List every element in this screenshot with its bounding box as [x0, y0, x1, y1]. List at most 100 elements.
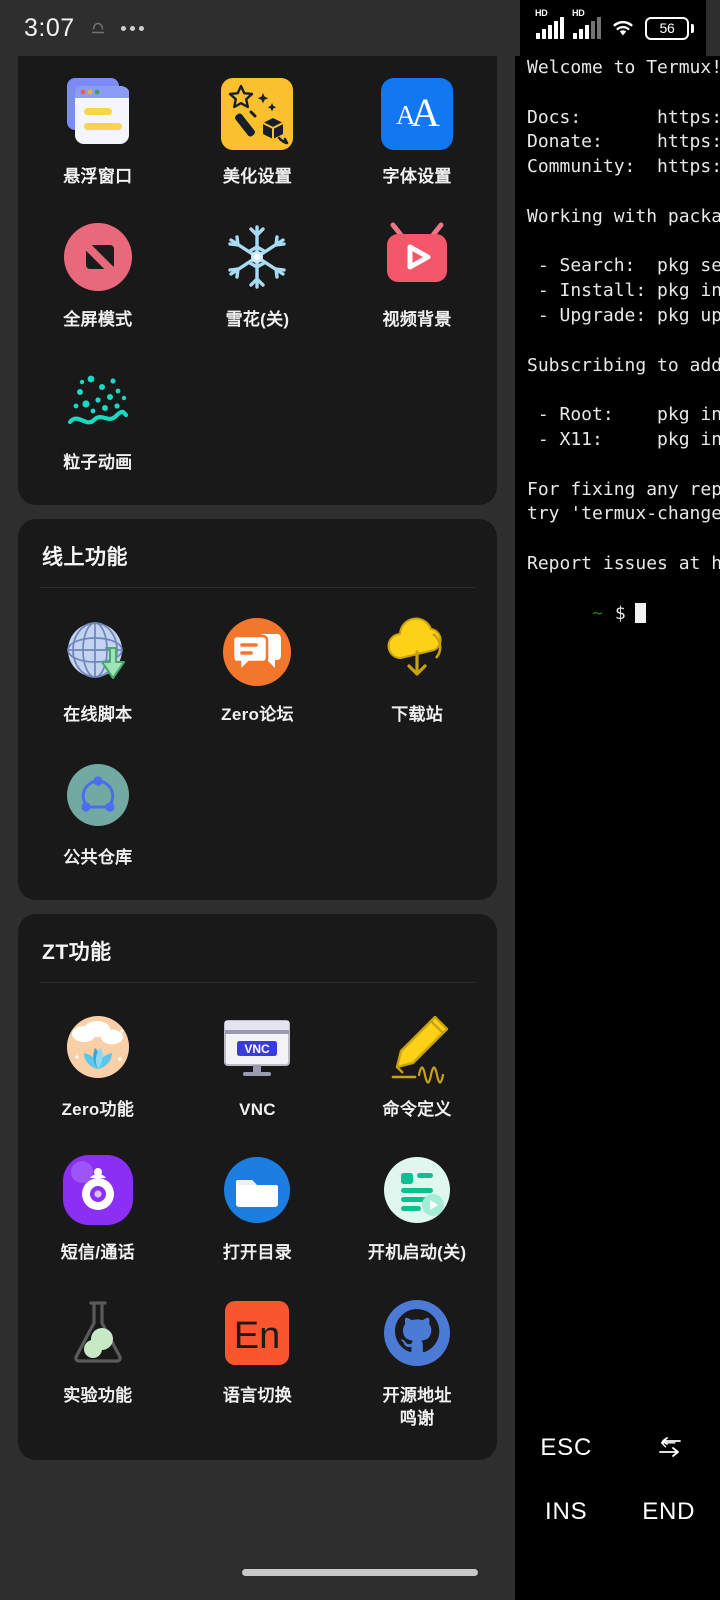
pencil-edit-icon: [391, 1015, 449, 1084]
card-online-features: 线上功能 在线脚本 Zero论坛 下载站 公共仓库: [18, 518, 497, 900]
text-cursor: [634, 602, 646, 623]
key-esc[interactable]: ESC: [515, 1416, 618, 1480]
notification-icon: [91, 22, 104, 34]
key-ins[interactable]: INS: [515, 1480, 618, 1544]
terminal-panel[interactable]: Welcome to Termux! Docs: https://doc.ter…: [515, 0, 720, 1600]
tile-floating-window[interactable]: 悬浮窗口: [18, 62, 178, 205]
tile-label: 命令定义: [382, 1099, 452, 1119]
home-indicator[interactable]: [242, 1568, 478, 1576]
tile-label: 在线脚本: [63, 704, 133, 724]
tile-label: 粒子动画: [63, 452, 133, 472]
tile-label: 语言切换: [222, 1385, 293, 1405]
tile-label: 全屏模式: [63, 309, 133, 329]
signal-hd-icon-secondary: HD: [572, 8, 601, 39]
snowflake-icon: [228, 225, 287, 289]
tile-label: Zero论坛: [221, 704, 294, 724]
fullscreen-block-icon: [63, 222, 132, 291]
svg-text:VNC: VNC: [245, 1042, 271, 1056]
video-play-icon: [387, 222, 448, 282]
tile-download-station[interactable]: 下载站: [337, 600, 497, 743]
grid-zt: Zero功能 VNC VNC 命令定义 短信/通话 打开目录 开机启动(关) 实…: [18, 989, 497, 1447]
github-icon: [384, 1299, 451, 1366]
tile-label: 打开目录: [222, 1242, 293, 1262]
tab-icon: [658, 1437, 681, 1457]
battery-icon: 56: [645, 16, 694, 40]
tile-sms-call[interactable]: 短信/通话: [18, 1138, 178, 1281]
tile-label: 开源地址 鸣谢: [382, 1385, 452, 1428]
flask-experiment-icon: [74, 1300, 122, 1363]
extra-keys-row-2: INS END: [515, 1480, 720, 1544]
sms-call-icon: [62, 1154, 133, 1225]
font-size-icon: A A: [381, 78, 454, 150]
extra-keys-row[interactable]: ESC INS END: [515, 1416, 720, 1544]
wifi-icon: [613, 20, 633, 36]
tile-label: 雪花(关): [225, 309, 290, 329]
section-title-online: 线上功能: [42, 545, 128, 569]
tile-fullscreen-mode[interactable]: 全屏模式: [18, 205, 178, 348]
zero-lotus-icon: [66, 1015, 129, 1078]
card-zt-features: ZT功能 Zero功能 VNC VNC 命令定义 短信/通话 打开目录 开机启动…: [18, 913, 497, 1461]
card-appearance: 悬浮窗口 美化设置 A A 字体设置 全屏模式 雪花(关) 视频背景 粒子动画: [18, 56, 497, 505]
settings-panel[interactable]: 悬浮窗口 美化设置 A A 字体设置 全屏模式 雪花(关) 视频背景 粒子动画 …: [0, 56, 515, 1600]
terminal-output: Welcome to Termux! Docs: https://doc.ter…: [527, 57, 720, 574]
signal-hd-icon: HD: [535, 8, 564, 39]
tile-public-repository[interactable]: 公共仓库: [18, 743, 178, 886]
particles-icon: [67, 375, 128, 425]
tile-beautify-settings[interactable]: 美化设置: [178, 62, 338, 205]
section-divider: [40, 981, 475, 983]
globe-download-icon: [66, 621, 125, 679]
section-title-zt: ZT功能: [42, 940, 112, 964]
tile-label: 短信/通话: [60, 1242, 135, 1262]
tile-command-define[interactable]: 命令定义: [337, 995, 497, 1138]
tile-zero-forum[interactable]: Zero论坛: [178, 600, 338, 743]
key-tab[interactable]: [618, 1416, 720, 1480]
tile-label: VNC: [239, 1099, 276, 1119]
vnc-monitor-icon: VNC: [224, 1019, 291, 1076]
phone-screen: 3:07 HD HD 56 悬浮窗口 美化设置 A A 字体设置 全屏模式 雪花…: [0, 0, 720, 1600]
tile-label: 实验功能: [63, 1385, 133, 1405]
tile-label: 下载站: [391, 704, 444, 724]
prompt-symbol: $: [614, 602, 626, 624]
tile-online-script[interactable]: 在线脚本: [18, 600, 178, 743]
tile-vnc[interactable]: VNC VNC: [178, 995, 338, 1138]
key-end[interactable]: END: [618, 1480, 720, 1544]
grid-appearance: 悬浮窗口 美化设置 A A 字体设置 全屏模式 雪花(关) 视频背景 粒子动画: [18, 56, 497, 491]
settings-scroller[interactable]: 悬浮窗口 美化设置 A A 字体设置 全屏模式 雪花(关) 视频背景 粒子动画 …: [0, 56, 515, 1474]
terminal-prompt-line[interactable]: ~ $: [527, 577, 720, 651]
svg-text:En: En: [234, 1315, 280, 1357]
magic-wand-icon: [221, 78, 294, 150]
tile-label: 悬浮窗口: [63, 167, 133, 186]
tile-label: 视频背景: [382, 309, 452, 329]
tile-label: 字体设置: [382, 167, 452, 186]
tile-snowflake-toggle[interactable]: 雪花(关): [178, 205, 338, 348]
folder-open-icon: [224, 1156, 291, 1223]
tile-video-background[interactable]: 视频背景: [337, 205, 497, 348]
status-bar-right: HD HD 56: [520, 0, 706, 56]
navigation-home-bar: [0, 1544, 720, 1600]
section-divider: [40, 586, 475, 588]
cloud-download-icon: [387, 617, 442, 676]
tile-language-switch[interactable]: En 语言切换: [178, 1281, 338, 1447]
tile-opensource-thanks[interactable]: 开源地址 鸣谢: [337, 1281, 497, 1447]
floating-window-icon: [66, 78, 129, 144]
status-bar: 3:07 HD HD 56: [0, 0, 720, 56]
tile-zero-features[interactable]: Zero功能: [18, 995, 178, 1138]
svg-text:A: A: [411, 90, 440, 135]
tile-label: 开机启动(关): [367, 1242, 467, 1262]
status-bar-left: 3:07: [24, 14, 144, 43]
tile-label: Zero功能: [61, 1099, 135, 1119]
repository-share-icon: [66, 763, 129, 826]
tile-font-settings[interactable]: A A 字体设置: [337, 62, 497, 205]
more-dots-icon: [120, 25, 144, 31]
home-indicator-wrap[interactable]: [0, 1544, 720, 1600]
tile-open-directory[interactable]: 打开目录: [178, 1138, 338, 1281]
tile-experimental[interactable]: 实验功能: [18, 1281, 178, 1447]
tile-label: 公共仓库: [63, 847, 133, 867]
grid-online: 在线脚本 Zero论坛 下载站 公共仓库: [18, 594, 497, 886]
boot-start-icon: [384, 1156, 451, 1223]
status-clock: 3:07: [24, 13, 75, 42]
extra-keys-row-1: ESC: [515, 1416, 720, 1480]
tile-particle-animation[interactable]: 粒子动画: [18, 348, 178, 491]
tile-boot-start[interactable]: 开机启动(关): [337, 1138, 497, 1281]
language-en-icon: En: [225, 1300, 290, 1365]
